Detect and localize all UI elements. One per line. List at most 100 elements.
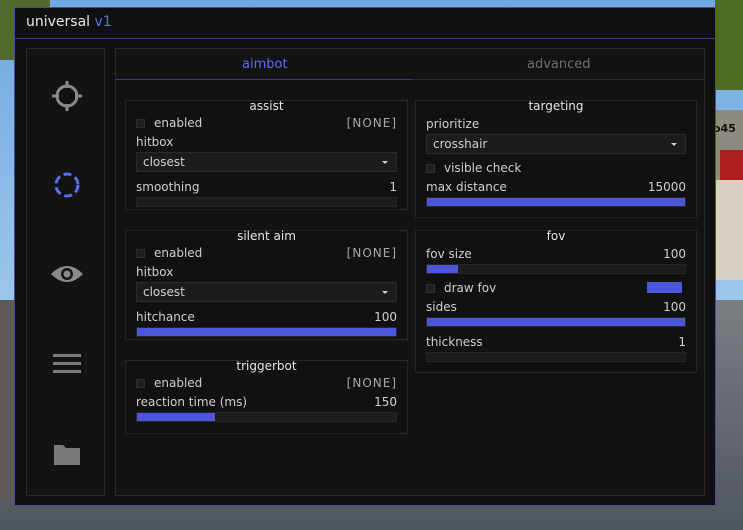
silent-aim-hitbox-dropdown[interactable]: closest [136, 282, 397, 302]
silent-aim-hitchance-row: hitchance 100 [136, 310, 397, 326]
window-title: universal v1 [26, 14, 112, 30]
tree-right [715, 0, 743, 90]
assist-title: assist [249, 99, 284, 113]
visible-check-checkbox[interactable] [426, 164, 435, 173]
chevron-down-icon [382, 291, 388, 294]
assist-hitbox-dropdown[interactable]: closest [136, 152, 397, 172]
fov-group: fov fov size 100 draw fov sides 100 thic… [415, 229, 697, 373]
silent-aim-hitbox-label: hitbox [136, 265, 174, 279]
silent-aim-group: silent aim enabled [NONE] hitbox closest… [125, 229, 408, 340]
silent-aim-keybind[interactable]: [NONE] [347, 246, 397, 260]
assist-hitbox-row: hitbox [136, 135, 397, 151]
fov-size-fill [427, 265, 458, 273]
draw-fov-label: draw fov [444, 281, 497, 295]
sides-slider[interactable] [426, 317, 686, 327]
targeting-group: targeting prioritize crosshair visible c… [415, 99, 697, 218]
folder-icon [53, 445, 80, 465]
silent-aim-enabled-checkbox[interactable] [136, 249, 145, 258]
triggerbot-reaction-slider[interactable] [136, 412, 397, 422]
triggerbot-reaction-fill [137, 413, 215, 421]
tab-advanced[interactable]: advanced [527, 57, 591, 72]
sidebar-item-misc[interactable] [27, 339, 106, 389]
triggerbot-enabled-checkbox[interactable] [136, 379, 145, 388]
triggerbot-title: triggerbot [236, 359, 297, 373]
tab-aimbot[interactable]: aimbot [242, 57, 288, 72]
sidebar-item-crosshair[interactable] [27, 71, 106, 121]
max-distance-label: max distance [426, 180, 507, 194]
silent-aim-hitbox-row: hitbox [136, 265, 397, 281]
silent-aim-title: silent aim [237, 229, 296, 243]
fov-size-slider[interactable] [426, 264, 686, 274]
triggerbot-keybind[interactable]: [NONE] [347, 376, 397, 390]
triggerbot-reaction-label: reaction time (ms) [136, 395, 248, 409]
silent-aim-enabled-row: enabled [NONE] [136, 246, 397, 262]
menu-icon [52, 354, 81, 373]
visible-check-label: visible check [444, 161, 522, 175]
player-character [716, 180, 743, 280]
max-distance-value: 15000 [647, 180, 686, 194]
silent-aim-hitchance-label: hitchance [136, 310, 195, 324]
assist-smoothing-row: smoothing 1 [136, 180, 397, 196]
window-version: v1 [94, 14, 112, 30]
sidebar-item-configs[interactable] [27, 429, 106, 479]
silent-aim-enabled-label: enabled [154, 246, 203, 260]
assist-smoothing-slider[interactable] [136, 197, 397, 207]
max-distance-slider[interactable] [426, 197, 686, 207]
triggerbot-reaction-row: reaction time (ms) 150 [136, 395, 397, 411]
crosshair-icon [51, 81, 82, 111]
fov-size-row: fov size 100 [426, 247, 686, 263]
title-bar[interactable]: universal v1 [15, 8, 715, 39]
thickness-slider[interactable] [426, 352, 686, 362]
chevron-down-icon [382, 161, 388, 164]
max-distance-fill [427, 198, 685, 206]
targeting-prioritize-label: prioritize [426, 117, 480, 131]
targeting-title: targeting [528, 99, 584, 113]
sidebar [26, 48, 105, 496]
thickness-value: 1 [678, 335, 686, 349]
sidebar-item-visuals[interactable] [27, 249, 106, 299]
sides-row: sides 100 [426, 300, 686, 316]
fov-size-label: fov size [426, 247, 472, 261]
triggerbot-enabled-label: enabled [154, 376, 203, 390]
triggerbot-reaction-value: 150 [374, 395, 397, 409]
triggerbot-group: triggerbot enabled [NONE] reaction time … [125, 359, 408, 434]
assist-hitbox-value: closest [143, 155, 185, 169]
active-tab-underline [116, 79, 411, 80]
targeting-prioritize-row: prioritize [426, 117, 686, 133]
assist-enabled-label: enabled [154, 116, 203, 130]
chevron-down-icon [671, 143, 677, 146]
assist-smoothing-label: smoothing [136, 180, 200, 194]
draw-fov-checkbox[interactable] [426, 284, 435, 293]
assist-group: assist enabled [NONE] hitbox closest smo… [125, 99, 408, 210]
draw-fov-color-swatch[interactable] [647, 282, 682, 293]
sides-label: sides [426, 300, 457, 314]
thickness-label: thickness [426, 335, 483, 349]
eye-icon [50, 266, 83, 282]
thickness-row: thickness 1 [426, 335, 686, 351]
assist-hitbox-label: hitbox [136, 135, 174, 149]
assist-enabled-row: enabled [NONE] [136, 116, 397, 132]
draw-fov-row: draw fov [426, 281, 686, 297]
sides-value: 100 [663, 300, 686, 314]
loading-circle-icon [54, 172, 79, 198]
targeting-visible-check-row: visible check [426, 161, 686, 177]
assist-keybind[interactable]: [NONE] [347, 116, 397, 130]
player-name-tag: o45 [713, 122, 736, 135]
assist-smoothing-value: 1 [389, 180, 397, 194]
targeting-max-distance-row: max distance 15000 [426, 180, 686, 196]
triggerbot-enabled-row: enabled [NONE] [136, 376, 397, 392]
assist-enabled-checkbox[interactable] [136, 119, 145, 128]
main-panel: aimbot advanced assist enabled [NONE] hi… [115, 48, 705, 496]
silent-aim-hitbox-value: closest [143, 285, 185, 299]
tab-bar: aimbot advanced [116, 49, 704, 80]
silent-aim-hitchance-value: 100 [374, 310, 397, 324]
sidebar-item-aimbot[interactable] [27, 160, 106, 210]
sides-fill [427, 318, 685, 326]
fov-title: fov [546, 229, 566, 243]
fov-size-value: 100 [663, 247, 686, 261]
silent-aim-hitchance-slider[interactable] [136, 327, 397, 337]
silent-aim-hitchance-fill [137, 328, 396, 336]
window-title-text: universal [26, 14, 91, 30]
targeting-prioritize-dropdown[interactable]: crosshair [426, 134, 686, 154]
cheat-window: universal v1 aimbot advanced assist enab… [14, 7, 716, 506]
